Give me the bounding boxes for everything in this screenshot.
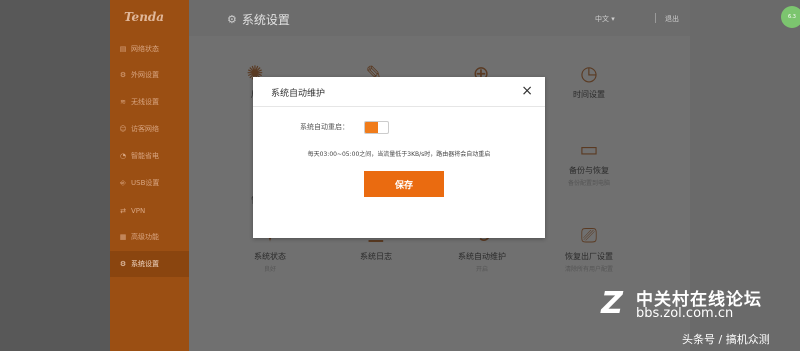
toggle-on-indicator [365, 122, 378, 133]
tile-name: 系统状态 [254, 252, 286, 261]
left-margin [0, 0, 110, 351]
sidebar-item-label: VPN [131, 207, 146, 215]
sidebar-item[interactable]: ⎆ USB设置 [110, 170, 189, 196]
tile-name: 时间设置 [573, 90, 605, 99]
globe-icon: ⚙ [119, 71, 127, 79]
tile-name: 备份与恢复 [569, 166, 609, 175]
tile-subtitle: 良好 [263, 266, 276, 273]
dialog-title: 系统自动维护 [271, 89, 326, 99]
sidebar-item-label: 网络状态 [131, 45, 159, 53]
power-save-icon: ◔ [119, 152, 127, 160]
logout-link[interactable]: 退出 [665, 14, 679, 24]
tile-icon: ▭ [579, 137, 599, 161]
tile-subtitle: 清除所有用户配置 [564, 266, 613, 273]
tile-name: 系统自动维护 [458, 252, 506, 261]
zol-logo: Z [601, 286, 623, 321]
sidebar-item[interactable]: ☺ 访客网络 [110, 116, 189, 142]
tile-subtitle: 备份配置到电脑 [567, 180, 610, 187]
gear-icon: ⚙ [119, 260, 127, 268]
sidebar: Tenda ▤ 网络状态 ⚙ 外网设置 ≋ 无线设置 ☺ 访客网络 ◔ 智能省电 ⎆ USB设置 ⇄ VP… [110, 0, 189, 351]
tile-icon: ⎚ [581, 223, 597, 247]
tile-name: 恢复出厂设置 [565, 252, 613, 261]
language-select[interactable]: 中文 ▾ [595, 14, 615, 24]
guest-icon: ☺ [119, 125, 127, 133]
tile-name: 系统日志 [360, 252, 392, 261]
sidebar-item-label: 访客网络 [131, 125, 159, 133]
sidebar-item[interactable]: ⚙ 系统设置 [110, 251, 189, 277]
close-icon[interactable]: × [521, 83, 533, 99]
vpn-icon: ⇄ [120, 207, 126, 215]
settings-tile[interactable]: ⎚ 恢复出厂设置 清除所有用户配置 [539, 222, 639, 273]
bar-chart-icon: ▤ [119, 45, 127, 53]
sidebar-item-label: USB设置 [131, 179, 160, 187]
wifi-icon: ≋ [120, 98, 126, 106]
auto-reboot-toggle[interactable] [364, 121, 389, 134]
maintenance-note: 每天03:00~05:00之间，当流量低于3KB/s时，路由器将会自动重启 [307, 151, 491, 158]
usb-icon: ⎆ [120, 178, 126, 187]
top-bar: ⚙ 系统设置 中文 ▾ 退出 [189, 0, 690, 36]
settings-tile[interactable]: ◷ 时间设置 [539, 60, 639, 102]
gear-icon: ⚙ [227, 13, 237, 26]
sidebar-item[interactable]: ⇄ VPN [110, 198, 189, 224]
save-button[interactable]: 保存 [364, 171, 444, 197]
page-title: ⚙ 系统设置 [227, 11, 290, 28]
header-divider [655, 13, 656, 23]
tile-subtitle: 开启 [475, 266, 488, 273]
sidebar-item[interactable]: ▤ 网络状态 [110, 36, 189, 62]
floating-badge[interactable]: 6.3 [781, 6, 800, 28]
watermark-url: bbs.zol.com.cn [636, 306, 734, 321]
tenda-logo: Tenda [124, 10, 165, 24]
advanced-icon: ▦ [119, 233, 127, 241]
tile-icon: ◷ [580, 61, 598, 85]
sidebar-item-label: 外网设置 [131, 71, 159, 79]
page-title-text: 系统设置 [241, 13, 290, 27]
auto-maintenance-dialog: 系统自动维护 × 系统自动重启： 每天03:00~05:00之间，当流量低于3K… [253, 77, 545, 238]
sidebar-item-label: 无线设置 [131, 98, 159, 106]
sidebar-item[interactable]: ≋ 无线设置 [110, 89, 189, 115]
sidebar-item-label: 高级功能 [131, 233, 159, 241]
sidebar-item[interactable]: ◔ 智能省电 [110, 143, 189, 169]
sidebar-item-label: 系统设置 [131, 260, 159, 268]
sidebar-item[interactable]: ▦ 高级功能 [110, 224, 189, 250]
settings-tile[interactable]: ▭ 备份与恢复备份配置到电脑 [539, 136, 639, 187]
sidebar-item[interactable]: ⚙ 外网设置 [110, 62, 189, 88]
sidebar-item-label: 智能省电 [131, 152, 159, 160]
dialog-header: 系统自动维护 × [253, 77, 545, 107]
auto-reboot-label: 系统自动重启： [300, 123, 349, 131]
watermark-toutiao: 头条号 / 搞机众测 [682, 333, 770, 346]
